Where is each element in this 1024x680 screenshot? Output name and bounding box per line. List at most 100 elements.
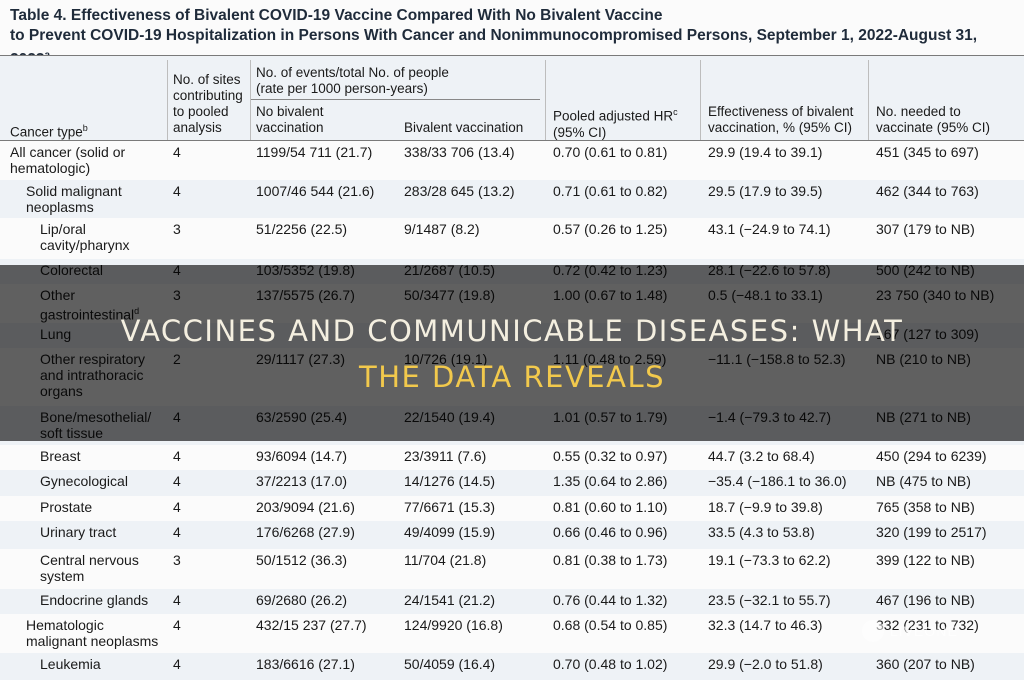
cell-effectiveness: 32.3 (14.7 to 46.3) [708, 617, 823, 633]
cell-no-bivalent: 432/15 237 (27.7) [256, 617, 367, 633]
cell-bivalent: 50/4059 (16.4) [404, 656, 496, 672]
cell-cancer-type: Leukemia [40, 656, 101, 672]
cell-sites: 4 [173, 183, 181, 199]
cell-cancer-type: Hematologic malignant neoplasms [26, 617, 159, 649]
cell-bivalent: 9/1487 (8.2) [404, 221, 480, 237]
watermark: LIVEONE [862, 617, 1012, 647]
cell-cancer-type: Solid malignant neoplasms [26, 183, 122, 215]
cell-nnv: NB (475 to NB) [876, 473, 971, 489]
cell-cancer-type: Lip/oral cavity/pharynx [40, 221, 130, 253]
cell-sites: 4 [173, 656, 181, 672]
cell-effectiveness: −35.4 (−186.1 to 36.0) [708, 473, 847, 489]
cell-hr: 1.35 (0.64 to 2.86) [553, 473, 668, 489]
header-separator [167, 60, 168, 140]
header-no-bivalent: No bivalent vaccination [256, 104, 324, 135]
cell-effectiveness: 29.9 (−2.0 to 51.8) [708, 656, 823, 672]
cell-no-bivalent: 93/6094 (14.7) [256, 448, 348, 464]
document-page: Table 4. Effectiveness of Bivalent COVID… [0, 0, 1024, 680]
header-events-group: No. of events/total No. of people (rate … [256, 65, 449, 96]
cell-effectiveness: 18.7 (−9.9 to 39.8) [708, 499, 823, 515]
cell-no-bivalent: 203/9094 (21.6) [256, 499, 355, 515]
header-hr: Pooled adjusted HRc (95% CI) [553, 107, 678, 140]
cell-hr: 0.55 (0.32 to 0.97) [553, 448, 668, 464]
cell-cancer-type: Central nervous system [40, 552, 139, 584]
table-row: All cancer (solid or hematologic) 4 1199/54… [0, 141, 1024, 180]
table-row: Breast 4 93/6094 (14.7) 23/3911 (7.6) 0.55 (… [0, 445, 1024, 470]
cell-cancer-type: Urinary tract [40, 524, 117, 540]
cell-nnv: 450 (294 to 6239) [876, 448, 987, 464]
cell-sites: 3 [173, 552, 181, 568]
cell-bivalent: 11/704 (21.8) [404, 552, 487, 568]
cell-effectiveness: 19.1 (−73.3 to 62.2) [708, 552, 831, 568]
cell-no-bivalent: 183/6616 (27.1) [256, 656, 355, 672]
cell-sites: 4 [173, 144, 181, 160]
cell-bivalent: 23/3911 (7.6) [404, 448, 487, 464]
cell-nnv: 307 (179 to NB) [876, 221, 975, 237]
cell-no-bivalent: 51/2256 (22.5) [256, 221, 348, 237]
cell-nnv: 462 (344 to 763) [876, 183, 979, 199]
cell-bivalent: 77/6671 (15.3) [404, 499, 496, 515]
table-row: Leukemia 4 183/6616 (27.1) 50/4059 (16.4) 0.… [0, 653, 1024, 680]
cell-nnv: 765 (358 to NB) [876, 499, 975, 515]
table-row: Central nervous system 3 50/1512 (36.3) 11/7… [0, 549, 1024, 589]
cell-sites: 4 [173, 524, 181, 540]
cell-bivalent: 14/1276 (14.5) [404, 473, 496, 489]
header-separator [868, 60, 869, 140]
cell-bivalent: 49/4099 (15.9) [404, 524, 496, 540]
cell-no-bivalent: 69/2680 (26.2) [256, 592, 348, 608]
cell-hr: 0.70 (0.48 to 1.02) [553, 656, 668, 672]
cell-no-bivalent: 1007/46 544 (21.6) [256, 183, 375, 199]
cell-hr: 0.81 (0.60 to 1.10) [553, 499, 668, 515]
header-effectiveness: Effectiveness of bivalent vaccination, %… [708, 104, 854, 135]
cell-hr: 0.71 (0.61 to 0.82) [553, 183, 668, 199]
events-group-rule [250, 99, 540, 100]
cell-sites: 4 [173, 499, 181, 515]
cell-nnv: 451 (345 to 697) [876, 144, 979, 160]
cell-hr: 0.81 (0.38 to 1.73) [553, 552, 668, 568]
cell-no-bivalent: 37/2213 (17.0) [256, 473, 348, 489]
header-separator [700, 60, 701, 140]
table-row: Solid malignant neoplasms 4 1007/46 544 (21… [0, 180, 1024, 218]
header-separator [250, 60, 251, 140]
cell-effectiveness: 33.5 (4.3 to 53.8) [708, 524, 815, 540]
header-nnv: No. needed to vaccinate (95% CI) [876, 104, 991, 135]
header-cancer-type: Cancer typeb [10, 123, 88, 140]
cell-bivalent: 124/9920 (16.8) [404, 617, 503, 633]
cell-cancer-type: Breast [40, 448, 81, 464]
watermark-logo-icon [862, 620, 884, 642]
cell-effectiveness: 29.5 (17.9 to 39.5) [708, 183, 823, 199]
table-row: Lip/oral cavity/pharynx 3 51/2256 (22.5) 9/1… [0, 218, 1024, 259]
watermark-text: LIVEONE [890, 623, 958, 639]
table-row: Prostate 4 203/9094 (21.6) 77/6671 (15.3) 0.… [0, 496, 1024, 521]
cell-nnv: 467 (196 to NB) [876, 592, 975, 608]
cell-effectiveness: 29.9 (19.4 to 39.1) [708, 144, 823, 160]
header-bivalent: Bivalent vaccination [404, 120, 524, 135]
cell-sites: 4 [173, 592, 181, 608]
cell-nnv: 360 (207 to NB) [876, 656, 975, 672]
cell-hr: 0.70 (0.61 to 0.81) [553, 144, 668, 160]
headline-line2: The Data Reveals [358, 360, 666, 394]
cell-cancer-type: Endocrine glands [40, 592, 149, 608]
cell-cancer-type: Gynecological [40, 473, 128, 489]
cell-sites: 4 [173, 617, 181, 633]
table-row: Gynecological 4 37/2213 (17.0) 14/1276 (14.… [0, 470, 1024, 496]
header-sites: No. of sites contributing to pooled anal… [173, 72, 243, 135]
table-row: Urinary tract 4 176/6268 (27.9) 49/4099 (15… [0, 521, 1024, 549]
cell-sites: 3 [173, 221, 181, 237]
table-title-line1: Table 4. Effectiveness of Bivalent COVID… [10, 7, 663, 24]
cell-hr: 0.68 (0.54 to 0.85) [553, 617, 668, 633]
cell-sites: 4 [173, 473, 181, 489]
header-top-rule [0, 55, 1024, 56]
cell-no-bivalent: 1199/54 711 (21.7) [256, 144, 373, 160]
cell-bivalent: 283/28 645 (13.2) [404, 183, 515, 199]
table-row: Endocrine glands 4 69/2680 (26.2) 24/1541 (… [0, 589, 1024, 614]
headline-banner: Vaccines and Communicable Diseases: What… [0, 308, 1024, 400]
cell-hr: 0.66 (0.46 to 0.96) [553, 524, 668, 540]
cell-effectiveness: 23.5 (−32.1 to 55.7) [708, 592, 831, 608]
cell-sites: 4 [173, 448, 181, 464]
cell-cancer-type: Prostate [40, 499, 93, 515]
cell-nnv: 399 (122 to NB) [876, 552, 975, 568]
header-separator [545, 60, 546, 140]
cell-bivalent: 338/33 706 (13.4) [404, 144, 515, 160]
cell-effectiveness: 43.1 (−24.9 to 74.1) [708, 221, 831, 237]
